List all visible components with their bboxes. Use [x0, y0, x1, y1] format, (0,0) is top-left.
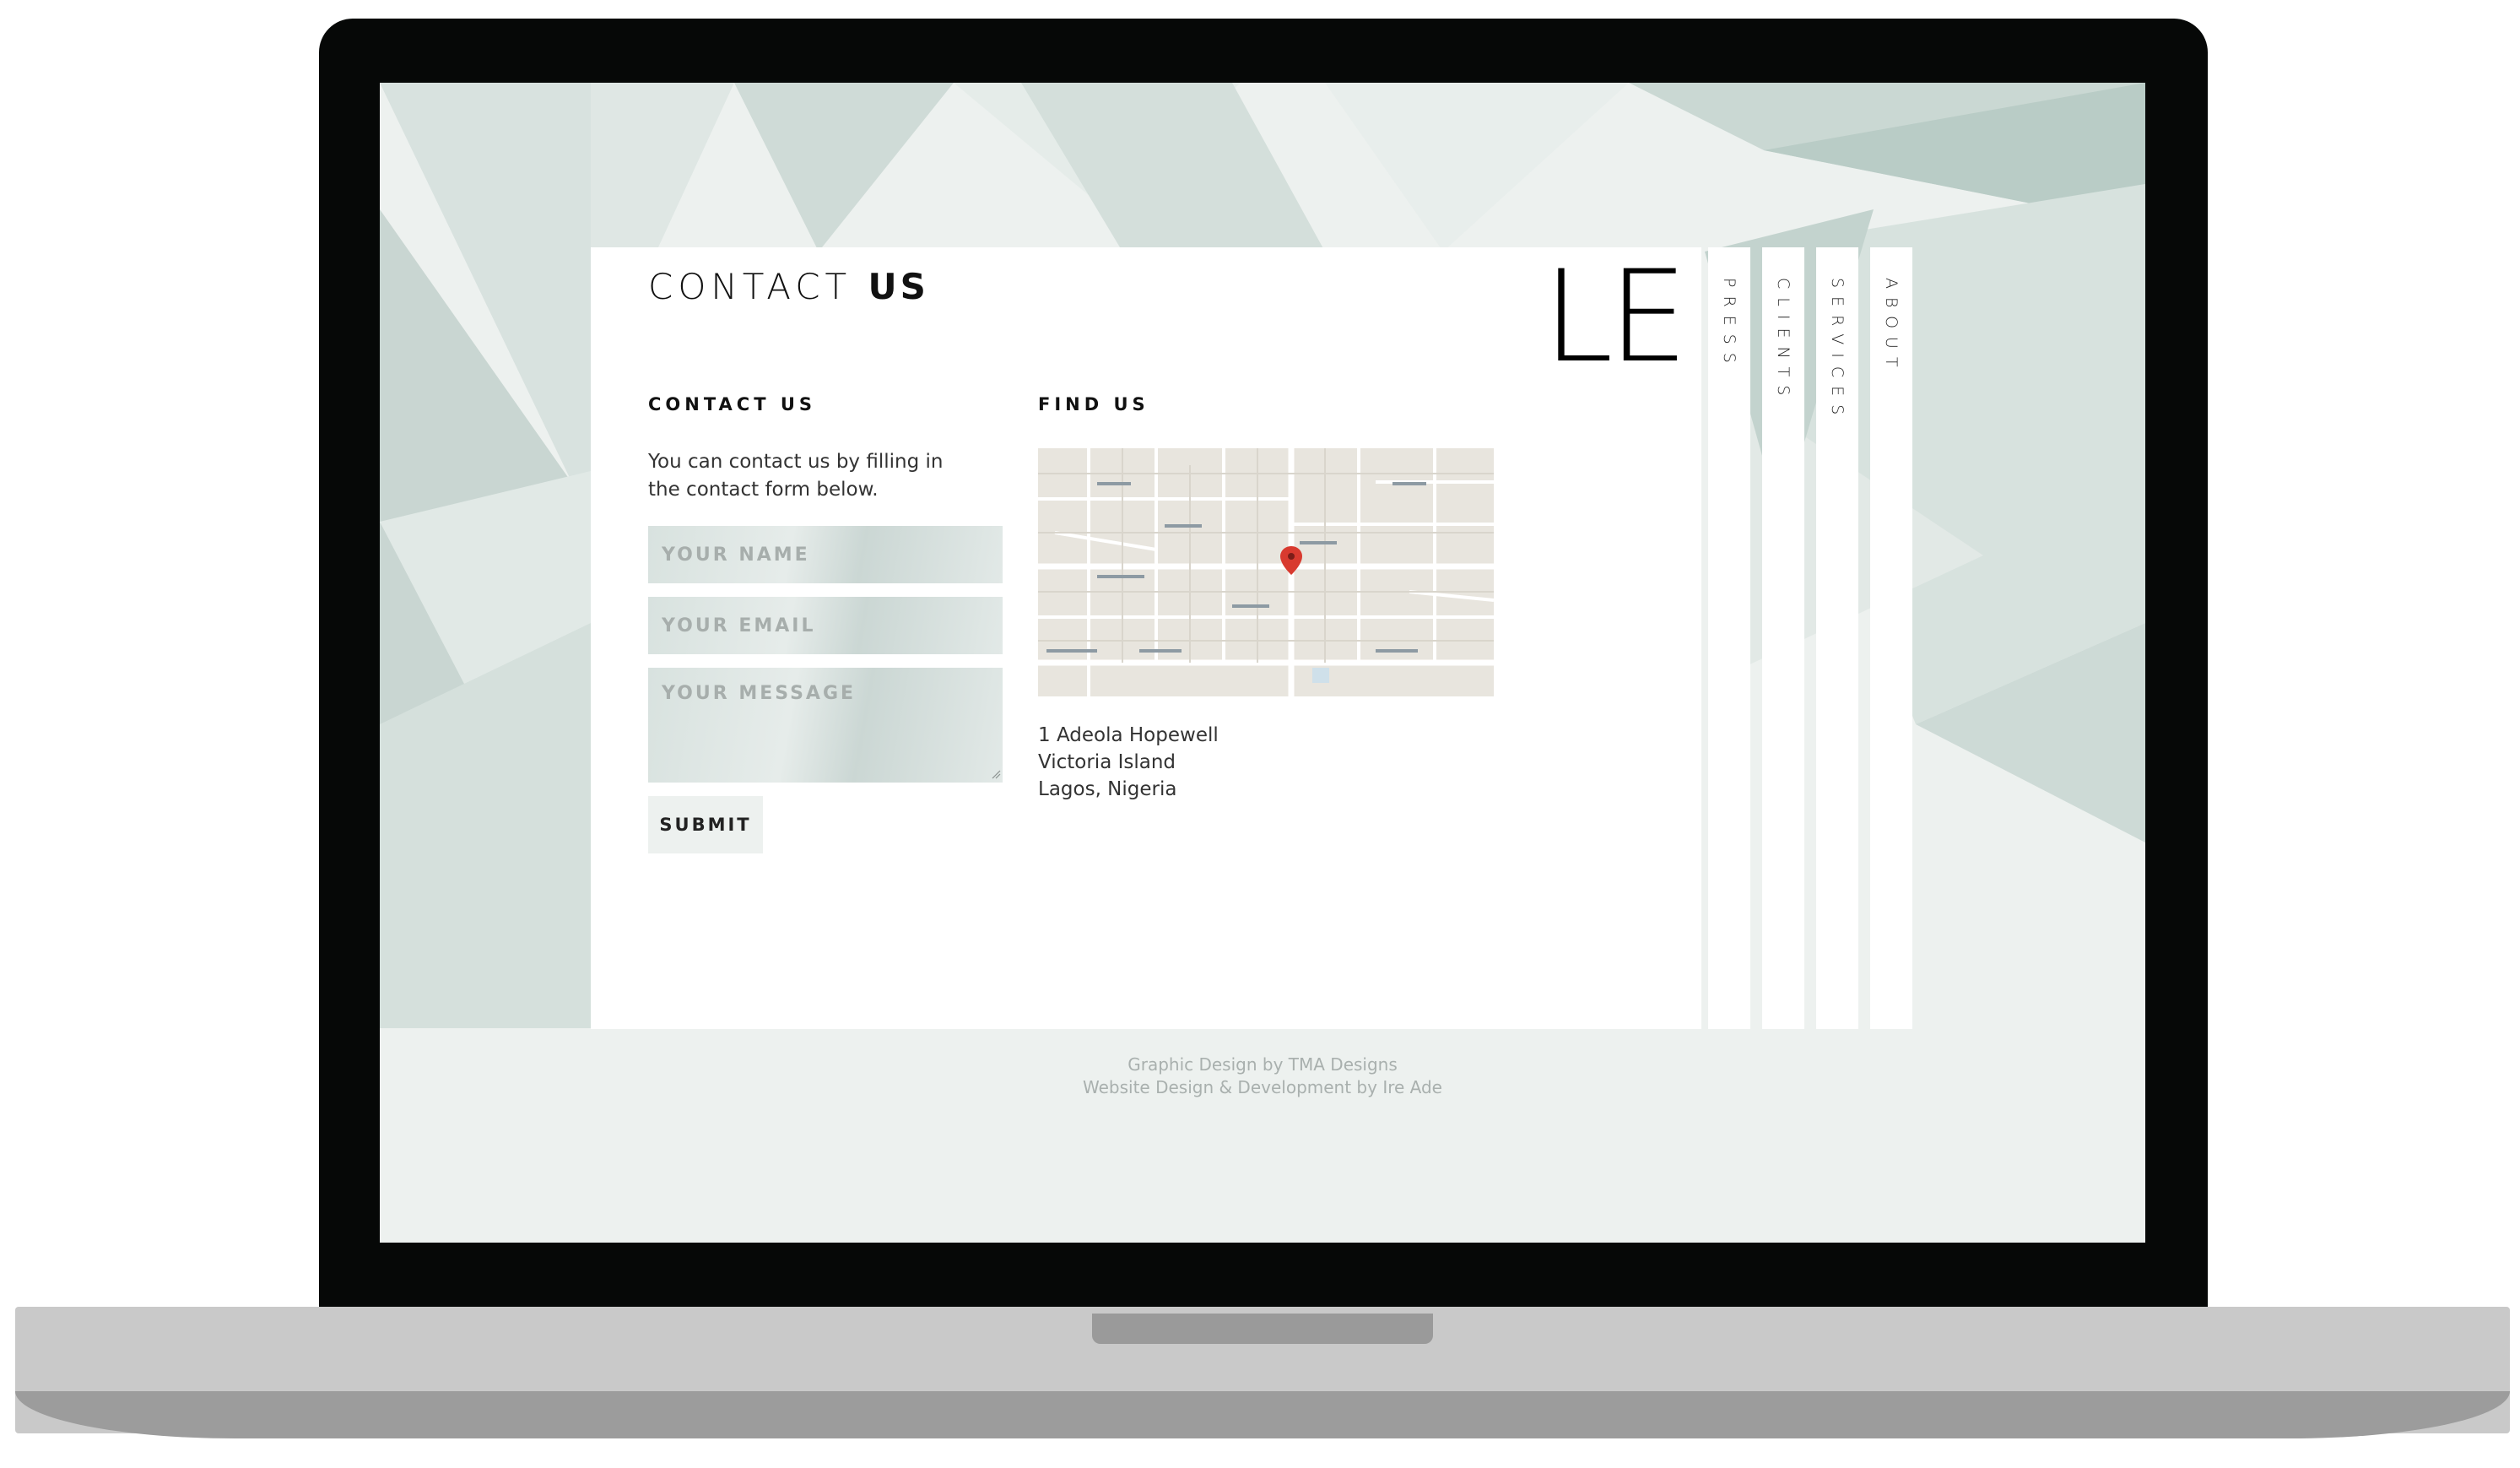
nav-label-about: ABOUT	[1882, 278, 1901, 376]
name-input[interactable]	[648, 526, 1003, 583]
nav-tab-about[interactable]: ABOUT	[1870, 247, 1912, 1029]
address-line-2: Victoria Island	[1038, 751, 1176, 773]
email-input[interactable]	[648, 597, 1003, 654]
find-heading: FIND US	[1038, 394, 1149, 414]
address-line-1: 1 Adeola Hopewell	[1038, 724, 1219, 746]
nav-label-press: PRESS	[1720, 278, 1739, 371]
page-title: CONTACT US	[648, 266, 929, 307]
laptop-base-front	[15, 1391, 2510, 1438]
nav-label-clients: CLIENTS	[1774, 278, 1793, 404]
map-graphic	[1038, 448, 1494, 696]
le-logo[interactable]: LE	[1543, 254, 1688, 381]
address-block: 1 Adeola Hopewell Victoria Island Lagos,…	[1038, 722, 1219, 803]
footer-line-1: Graphic Design by TMA Designs	[1128, 1054, 1398, 1075]
nav-tab-clients[interactable]: CLIENTS	[1762, 247, 1804, 1029]
resize-handle-icon[interactable]	[991, 769, 1001, 779]
contact-heading: CONTACT US	[648, 394, 817, 414]
laptop-screen: CONTACT US LE CONTACT US You can contact…	[380, 83, 2145, 1243]
footer-credits: Graphic Design by TMA Designs Website De…	[380, 1054, 2145, 1099]
page-title-light: CONTACT	[648, 266, 852, 307]
address-line-3: Lagos, Nigeria	[1038, 778, 1177, 800]
nav-tab-press[interactable]: PRESS	[1708, 247, 1750, 1029]
contact-intro: You can contact us by filling in the con…	[648, 451, 944, 501]
page-title-bold: US	[868, 266, 929, 307]
nav-tab-services[interactable]: SERVICES	[1816, 247, 1858, 1029]
location-map[interactable]	[1038, 448, 1494, 696]
message-textarea[interactable]	[648, 668, 1003, 783]
laptop-notch	[1092, 1314, 1433, 1344]
footer-line-2: Website Design & Development by Ire Ade	[1082, 1077, 1442, 1097]
contact-panel: CONTACT US LE CONTACT US You can contact…	[591, 247, 1701, 1029]
nav-label-services: SERVICES	[1828, 278, 1847, 424]
submit-button[interactable]: SUBMIT	[648, 796, 763, 853]
